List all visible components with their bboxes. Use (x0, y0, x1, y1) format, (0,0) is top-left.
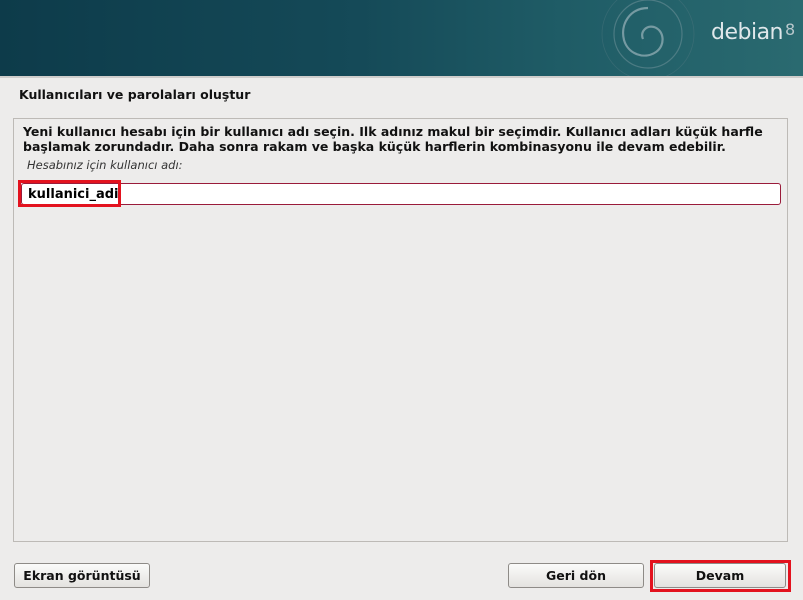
go-back-button[interactable]: Geri dön (508, 563, 644, 588)
username-label: Hesabınız için kullanıcı adı: (27, 158, 183, 172)
debian-swirl-icon (601, 0, 695, 76)
debian-logo: debian 8 (711, 20, 795, 45)
continue-button[interactable]: Devam (654, 563, 786, 588)
content-panel (13, 118, 788, 542)
description-text: Yeni kullanıcı hesabı için bir kullanıcı… (23, 124, 763, 154)
brand-name: debian (711, 20, 784, 45)
banner-divider (0, 76, 803, 78)
page-title: Kullanıcıları ve parolaları oluştur (19, 87, 251, 102)
screenshot-button[interactable]: Ekran görüntüsü (14, 563, 150, 588)
brand-version: 8 (785, 20, 795, 39)
header-banner: debian 8 (0, 0, 803, 76)
installer-window: debian 8 Kullanıcıları ve parolaları oluş… (0, 0, 803, 600)
username-input[interactable] (21, 183, 781, 205)
